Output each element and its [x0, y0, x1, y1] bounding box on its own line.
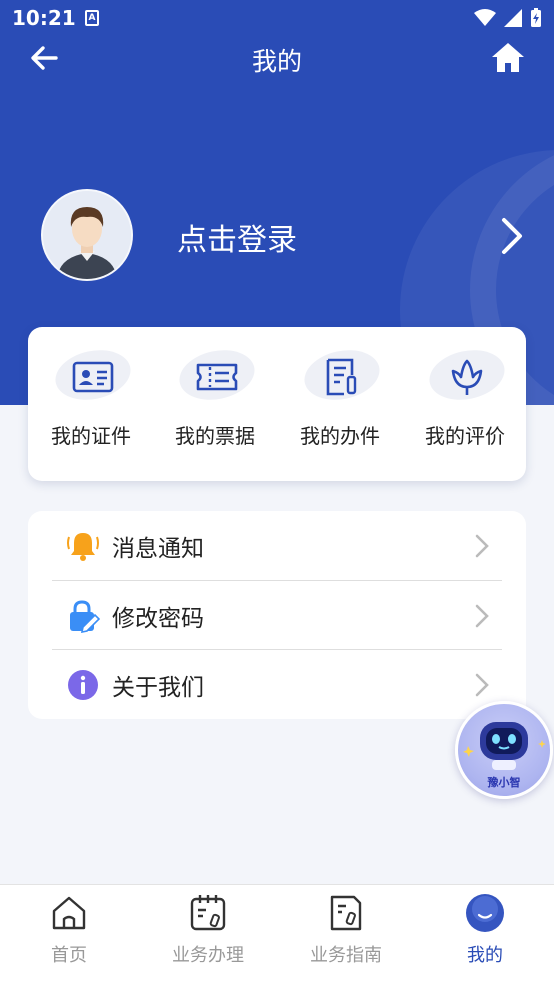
- menu-item-change-password[interactable]: 修改密码: [52, 581, 502, 650]
- home-button[interactable]: [488, 38, 528, 78]
- user-avatar-icon: [43, 191, 131, 279]
- assistant-button[interactable]: 豫小智: [455, 701, 553, 799]
- quick-action-icon-wrap: [174, 343, 260, 407]
- tab-label: 业务办理: [172, 945, 244, 966]
- quick-action-label: 我的证件: [51, 424, 131, 448]
- tab-home[interactable]: 首页: [0, 893, 138, 973]
- wifi-icon: [474, 9, 496, 26]
- quick-action-icon-wrap: [424, 343, 510, 407]
- quick-actions-card: 我的证件 我的票据 我的办件 我的评价: [28, 327, 526, 481]
- info-icon: [68, 670, 98, 700]
- home-icon: [492, 43, 524, 72]
- menu-item-label: 修改密码: [112, 606, 204, 632]
- chevron-right-icon: [502, 218, 522, 254]
- flower-icon: [451, 359, 483, 395]
- chevron-right-icon: [475, 673, 489, 697]
- quick-action-icon-wrap: [50, 343, 136, 407]
- id-card-icon: [72, 361, 114, 393]
- quick-action-label: 我的票据: [175, 424, 255, 448]
- battery-icon: [531, 8, 541, 27]
- calendar-doc-icon: [190, 895, 226, 931]
- status-time: 10:21: [12, 6, 76, 30]
- profile-icon: [466, 894, 504, 932]
- quick-action-icon-wrap: [299, 343, 385, 407]
- chevron-right-icon: [475, 534, 489, 558]
- tab-services[interactable]: 业务办理: [139, 893, 277, 973]
- avatar[interactable]: [41, 189, 133, 281]
- menu-item-label: 关于我们: [112, 675, 204, 701]
- bell-icon: [67, 533, 99, 561]
- assistant-label: 豫小智: [487, 776, 521, 789]
- home-outline-icon: [52, 896, 86, 930]
- quick-action-label: 我的办件: [300, 424, 380, 448]
- settings-menu: 消息通知 修改密码 关于我们: [28, 511, 526, 719]
- ticket-icon: [196, 363, 238, 391]
- menu-item-about[interactable]: 关于我们: [52, 650, 502, 719]
- quick-action-reviews[interactable]: 我的评价: [410, 343, 520, 469]
- tab-label: 首页: [51, 945, 87, 966]
- status-bar: 10:21 A: [0, 0, 554, 38]
- guide-doc-icon: [330, 895, 362, 931]
- quick-action-tickets[interactable]: 我的票据: [160, 343, 270, 469]
- quick-action-cases[interactable]: 我的办件: [285, 343, 395, 469]
- menu-item-notifications[interactable]: 消息通知: [52, 511, 502, 580]
- profile-chevron-button[interactable]: [494, 212, 530, 260]
- tab-mine[interactable]: 我的: [416, 893, 554, 973]
- menu-item-label: 消息通知: [112, 536, 204, 562]
- quick-action-certificates[interactable]: 我的证件: [36, 343, 146, 469]
- chevron-right-icon: [475, 604, 489, 628]
- quick-action-label: 我的评价: [425, 424, 505, 448]
- tab-guide[interactable]: 业务指南: [277, 893, 415, 973]
- status-icons: [474, 8, 542, 28]
- tab-label: 业务指南: [310, 945, 382, 966]
- document-icon: [326, 358, 357, 396]
- tab-label: 我的: [467, 945, 503, 966]
- bottom-tab-bar: 首页 业务办理 业务指南 我的: [0, 884, 554, 984]
- page-title: 我的: [251, 47, 302, 76]
- lock-edit-icon: [70, 600, 100, 633]
- signal-icon: [504, 9, 522, 27]
- notification-a-icon: A: [85, 10, 99, 26]
- login-link[interactable]: 点击登录: [177, 215, 297, 259]
